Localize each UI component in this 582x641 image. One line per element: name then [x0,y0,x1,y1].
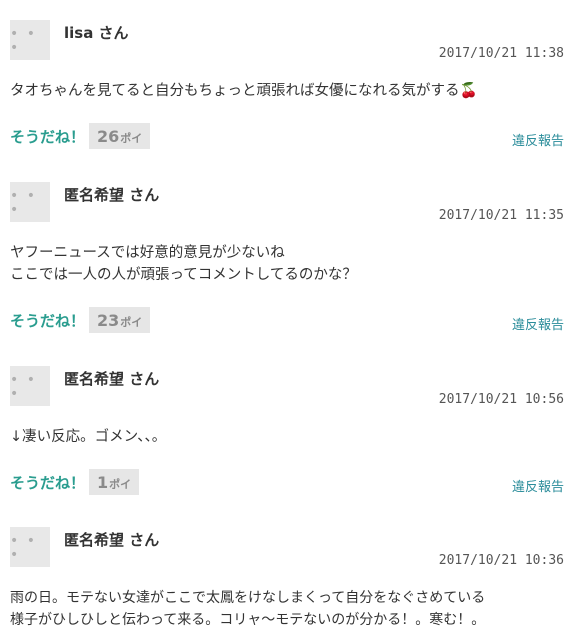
poi-badge: 26 ポイ [89,123,151,149]
like-button[interactable]: そうだね！ [10,472,85,493]
comment-body: タオちゃんを見てると自分もちょっと頑張れば女優になれる気がする🍒 [10,83,478,99]
comment-item: • • • 匿名希望 さん 2017/10/21 11:35 ヤフーニュースでは… [0,162,582,346]
comment-timestamp: 2017/10/21 11:35 [438,208,564,223]
poi-badge: 1 ポイ [89,469,140,495]
avatar-placeholder-icon: • • • [10,26,37,56]
like-row: そうだね！ 23 ポイ [10,307,151,333]
like-row: そうだね！ 26 ポイ [10,123,151,149]
comment-body: ↓凄い反応。ゴメン、、。 [10,429,167,445]
avatar: • • • [10,182,50,222]
poi-badge: 23 ポイ [89,307,151,333]
comment-username: 匿名希望 さん [64,531,160,549]
comment-timestamp: 2017/10/21 10:36 [438,553,564,568]
avatar: • • • [10,527,50,567]
like-button[interactable]: そうだね！ [10,310,85,331]
comment-body: 雨の日。モテない女達がここで太鳳をけなしまくって自分をなぐさめている 様子がひし… [10,590,486,628]
comment-item: • • • 匿名希望 さん 2017/10/21 10:56 ↓凄い反応。ゴメン… [0,346,582,530]
poi-count: 1 [97,472,109,492]
comment-feed: • • • lisa さん 2017/10/21 11:38 タオちゃんを見てる… [0,0,582,641]
poi-count: 23 [97,310,120,330]
poi-unit: ポイ [120,315,143,329]
comment-username: lisa さん [64,24,129,42]
comment-timestamp: 2017/10/21 11:38 [438,46,564,61]
comment-item: • • • 匿名希望 さん 2017/10/21 10:36 雨の日。モテない女… [0,507,582,641]
comment-timestamp: 2017/10/21 10:56 [438,392,564,407]
avatar-placeholder-icon: • • • [10,188,37,218]
avatar-placeholder-icon: • • • [10,533,37,563]
avatar-placeholder-icon: • • • [10,372,37,402]
like-row: そうだね！ 1 ポイ [10,469,140,495]
poi-unit: ポイ [109,477,132,491]
like-button[interactable]: そうだね！ [10,126,85,147]
comment-item: • • • lisa さん 2017/10/21 11:38 タオちゃんを見てる… [0,0,582,184]
avatar: • • • [10,366,50,406]
report-link[interactable]: 違反報告 [512,130,564,149]
comment-username: 匿名希望 さん [64,186,160,204]
comment-username: 匿名希望 さん [64,370,160,388]
report-link[interactable]: 違反報告 [512,476,564,495]
comment-body: ヤフーニュースでは好意的意見が少ないね ここでは一人の人が頑張ってコメントしてる… [10,245,357,283]
poi-count: 26 [97,126,120,146]
avatar: • • • [10,20,50,60]
poi-unit: ポイ [120,131,143,145]
report-link[interactable]: 違反報告 [512,314,564,333]
